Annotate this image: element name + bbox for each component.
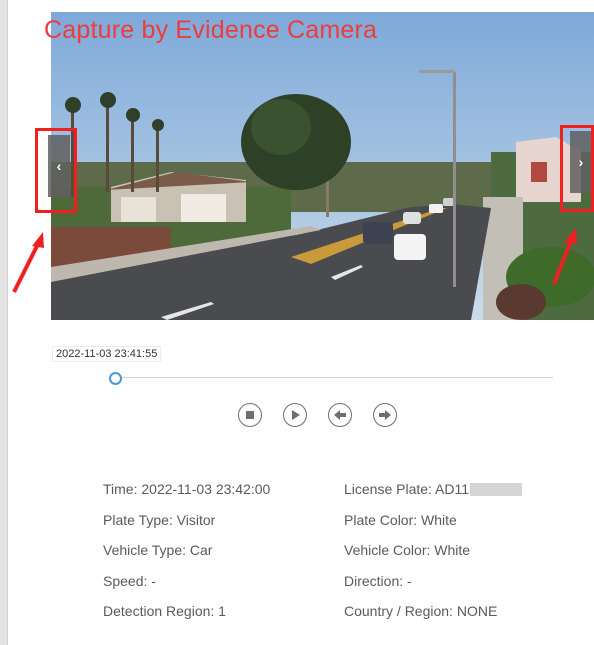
forward-icon (379, 410, 391, 420)
rewind-button[interactable] (328, 403, 352, 427)
video-player[interactable] (51, 12, 594, 320)
detail-time: Time: 2022-11-03 23:42:00 (103, 481, 271, 497)
highlight-box-right (560, 125, 594, 212)
arrow-annotation-left-icon (12, 232, 44, 293)
detail-country-region: Country / Region: NONE (344, 603, 498, 619)
detail-direction: Direction: - (344, 572, 412, 589)
progress-track[interactable] (113, 377, 553, 378)
rewind-icon (334, 410, 346, 420)
detail-detection-region: Detection Region: 1 (103, 603, 226, 619)
camera-frame (51, 12, 594, 320)
highlight-box-left (35, 128, 77, 213)
arrow-annotation-right-icon (552, 228, 577, 285)
detail-plate-type: Plate Type: Visitor (103, 511, 216, 528)
capture-details: Time: 2022-11-03 23:42:00 License Plate:… (103, 481, 563, 634)
detail-plate-color: Plate Color: White (344, 511, 457, 528)
forward-button[interactable] (373, 403, 397, 427)
play-icon (292, 410, 300, 420)
license-plate-text: License Plate: AD11 (344, 481, 470, 497)
playback-progress-bar[interactable] (109, 372, 553, 385)
left-panel-edge (0, 0, 8, 645)
video-timestamp: 2022-11-03 23:41:55 (52, 346, 162, 362)
stop-button[interactable] (238, 403, 262, 427)
redacted-plate-block (470, 483, 523, 496)
playback-controls (238, 403, 397, 429)
detail-vehicle-color: Vehicle Color: White (344, 542, 471, 558)
detail-vehicle-type: Vehicle Type: Car (103, 542, 213, 558)
detail-speed: Speed: - (103, 572, 156, 589)
stop-icon (246, 411, 254, 419)
play-button[interactable] (283, 403, 307, 427)
detail-license-plate: License Plate: AD11 (344, 481, 563, 512)
progress-thumb[interactable] (109, 372, 122, 385)
overlay-title: Capture by Evidence Camera (44, 16, 378, 44)
